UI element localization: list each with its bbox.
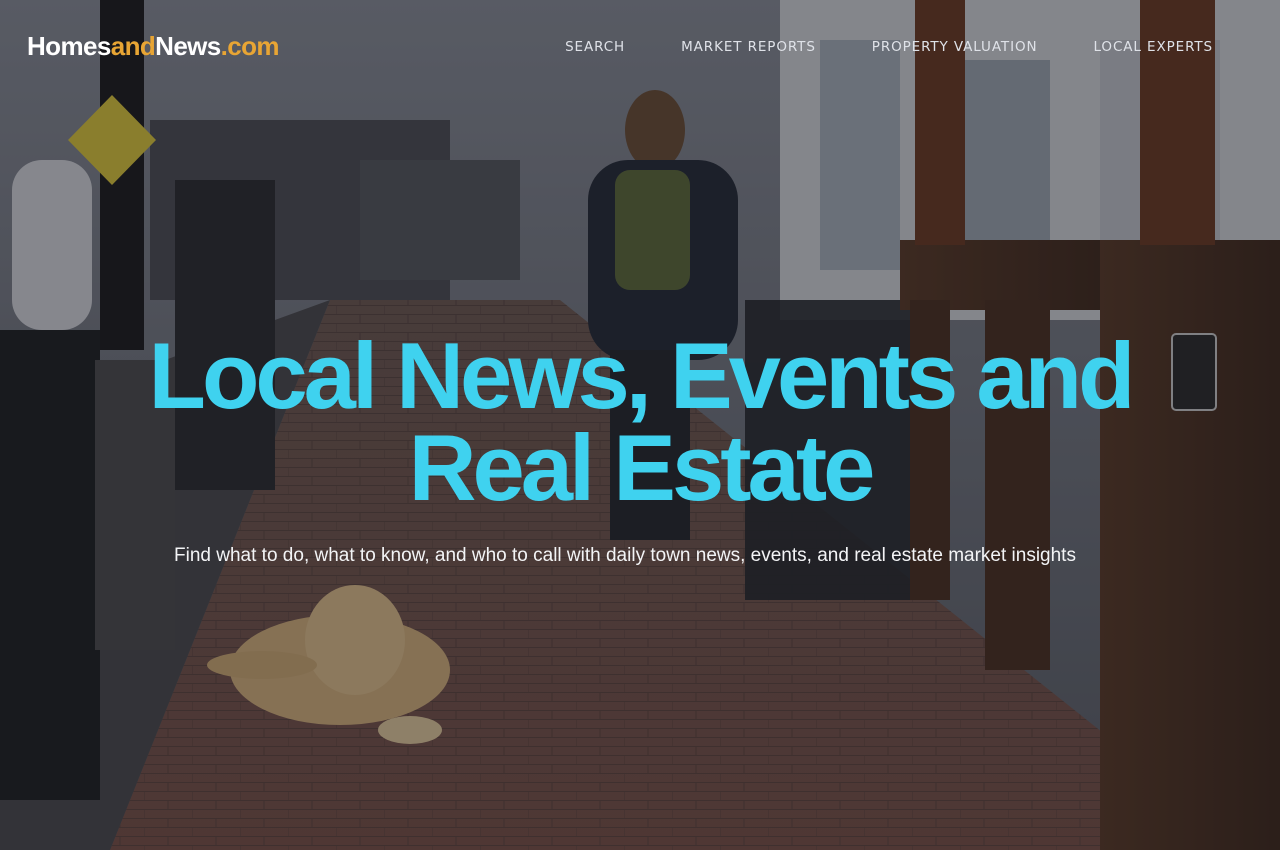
nav-link-property-valuation[interactable]: PROPERTY VALUATION: [872, 39, 1038, 55]
nav-link-market-reports[interactable]: MARKET REPORTS: [681, 39, 816, 55]
main-navigation: SEARCH MARKET REPORTS PROPERTY VALUATION…: [565, 38, 1213, 56]
nav-link-search[interactable]: SEARCH: [565, 39, 625, 55]
logo-news: News: [155, 31, 221, 61]
nav-item-local-experts: LOCAL EXPERTS: [1093, 38, 1213, 56]
site-logo[interactable]: HomesandNews.com: [27, 30, 280, 62]
hero-title-line-1: Local News, Events and: [148, 323, 1136, 428]
hero-title: Local News, Events and Real Estate: [0, 323, 1280, 520]
hero-subtitle: Find what to do, what to know, and who t…: [174, 545, 1076, 566]
logo-and: and: [110, 31, 156, 61]
hero-section: HomesandNews.com SEARCH MARKET REPORTS P…: [0, 0, 1280, 850]
nav-link-local-experts[interactable]: LOCAL EXPERTS: [1093, 39, 1213, 55]
logo-domain: .com: [220, 31, 280, 61]
nav-item-market-reports: MARKET REPORTS: [681, 38, 816, 56]
hero-title-line-2: Real Estate: [408, 415, 876, 520]
site-header: HomesandNews.com SEARCH MARKET REPORTS P…: [0, 0, 1280, 92]
nav-item-search: SEARCH: [565, 38, 625, 56]
logo-homes: Homes: [27, 31, 111, 61]
nav-item-property-valuation: PROPERTY VALUATION: [872, 38, 1038, 56]
